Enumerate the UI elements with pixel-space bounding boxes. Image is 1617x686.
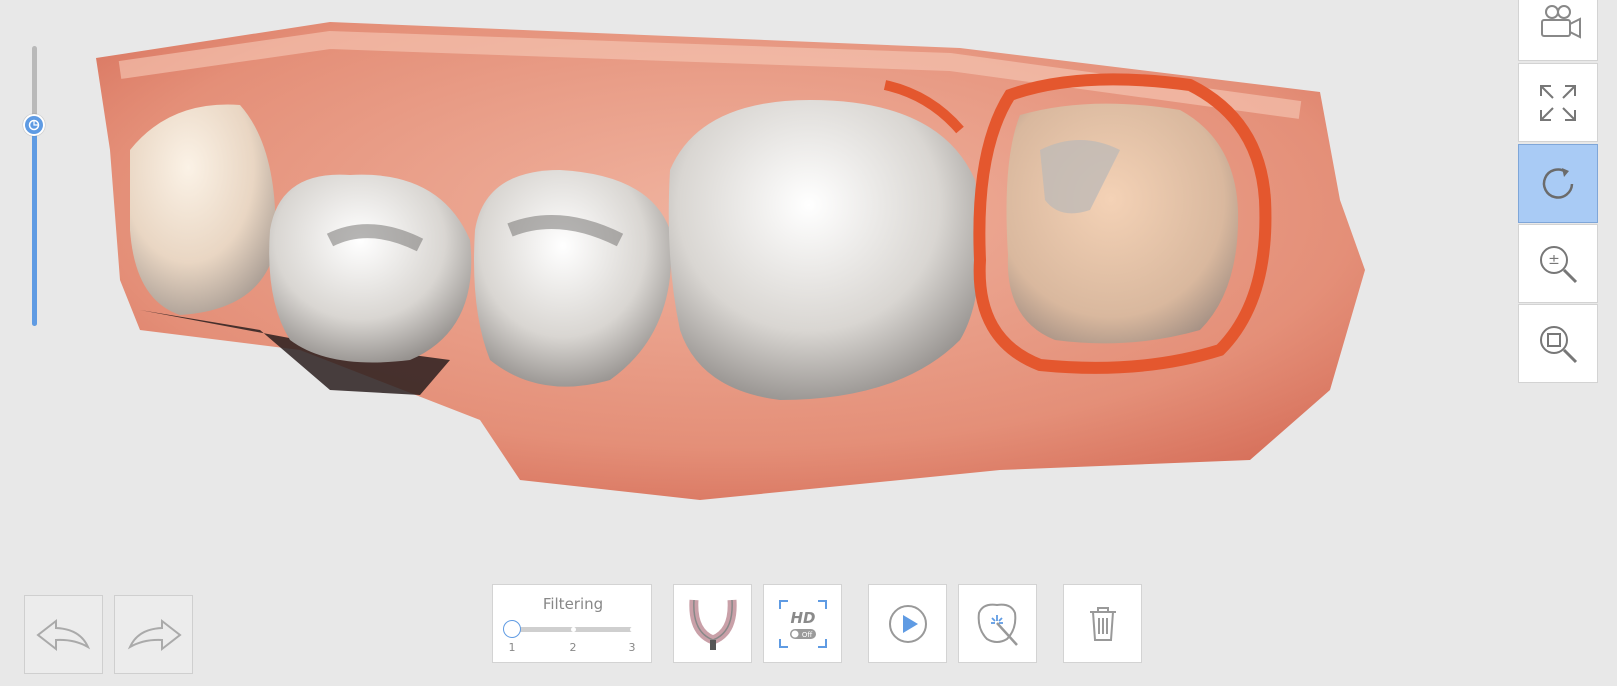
aperture-icon xyxy=(28,119,40,131)
arch-view-button[interactable] xyxy=(673,584,752,663)
vertical-slider-handle[interactable] xyxy=(23,114,45,136)
filtering-tick-2: 2 xyxy=(569,641,577,654)
play-button[interactable] xyxy=(868,584,947,663)
filtering-step-dot xyxy=(571,627,576,632)
delete-button[interactable] xyxy=(1063,584,1142,663)
dental-arch-icon xyxy=(688,599,737,650)
filtering-slider-handle[interactable] xyxy=(503,620,521,638)
hd-toggle-label: Off xyxy=(801,631,812,639)
zoom-box-icon xyxy=(1540,325,1578,363)
filtering-title: Filtering xyxy=(542,595,604,613)
zoom-in-out-button[interactable]: ± xyxy=(1518,224,1598,303)
filtering-panel: Filtering 1 2 3 xyxy=(492,584,652,663)
auto-trim-button[interactable] xyxy=(958,584,1037,663)
hd-label: HD xyxy=(790,609,815,627)
svg-text:±: ± xyxy=(1548,252,1560,268)
undo-arrow-icon xyxy=(35,618,90,651)
rotate-button[interactable] xyxy=(1518,144,1598,223)
rotate-icon xyxy=(1542,167,1574,199)
fit-to-screen-button[interactable] xyxy=(1518,63,1598,142)
tooth-magic-wand-icon xyxy=(977,603,1018,646)
fit-screen-icon xyxy=(1540,84,1576,121)
filtering-tick-3: 3 xyxy=(628,641,636,654)
hd-mode-toggle[interactable]: HD Off xyxy=(763,584,842,663)
trash-icon xyxy=(1089,606,1116,641)
redo-button[interactable] xyxy=(114,595,193,674)
hd-toggle-icon: HD Off xyxy=(778,599,827,648)
filtering-step-dot xyxy=(630,627,635,632)
undo-button[interactable] xyxy=(24,595,103,674)
vertical-slider-fill xyxy=(32,125,37,326)
video-record-button[interactable] xyxy=(1518,0,1598,61)
filtering-tick-1: 1 xyxy=(508,641,516,654)
zoom-area-button[interactable] xyxy=(1518,304,1598,383)
video-camera-icon xyxy=(1541,4,1581,39)
redo-arrow-icon xyxy=(127,618,182,651)
play-icon xyxy=(888,604,927,643)
zoom-plus-minus-icon: ± xyxy=(1540,245,1578,283)
